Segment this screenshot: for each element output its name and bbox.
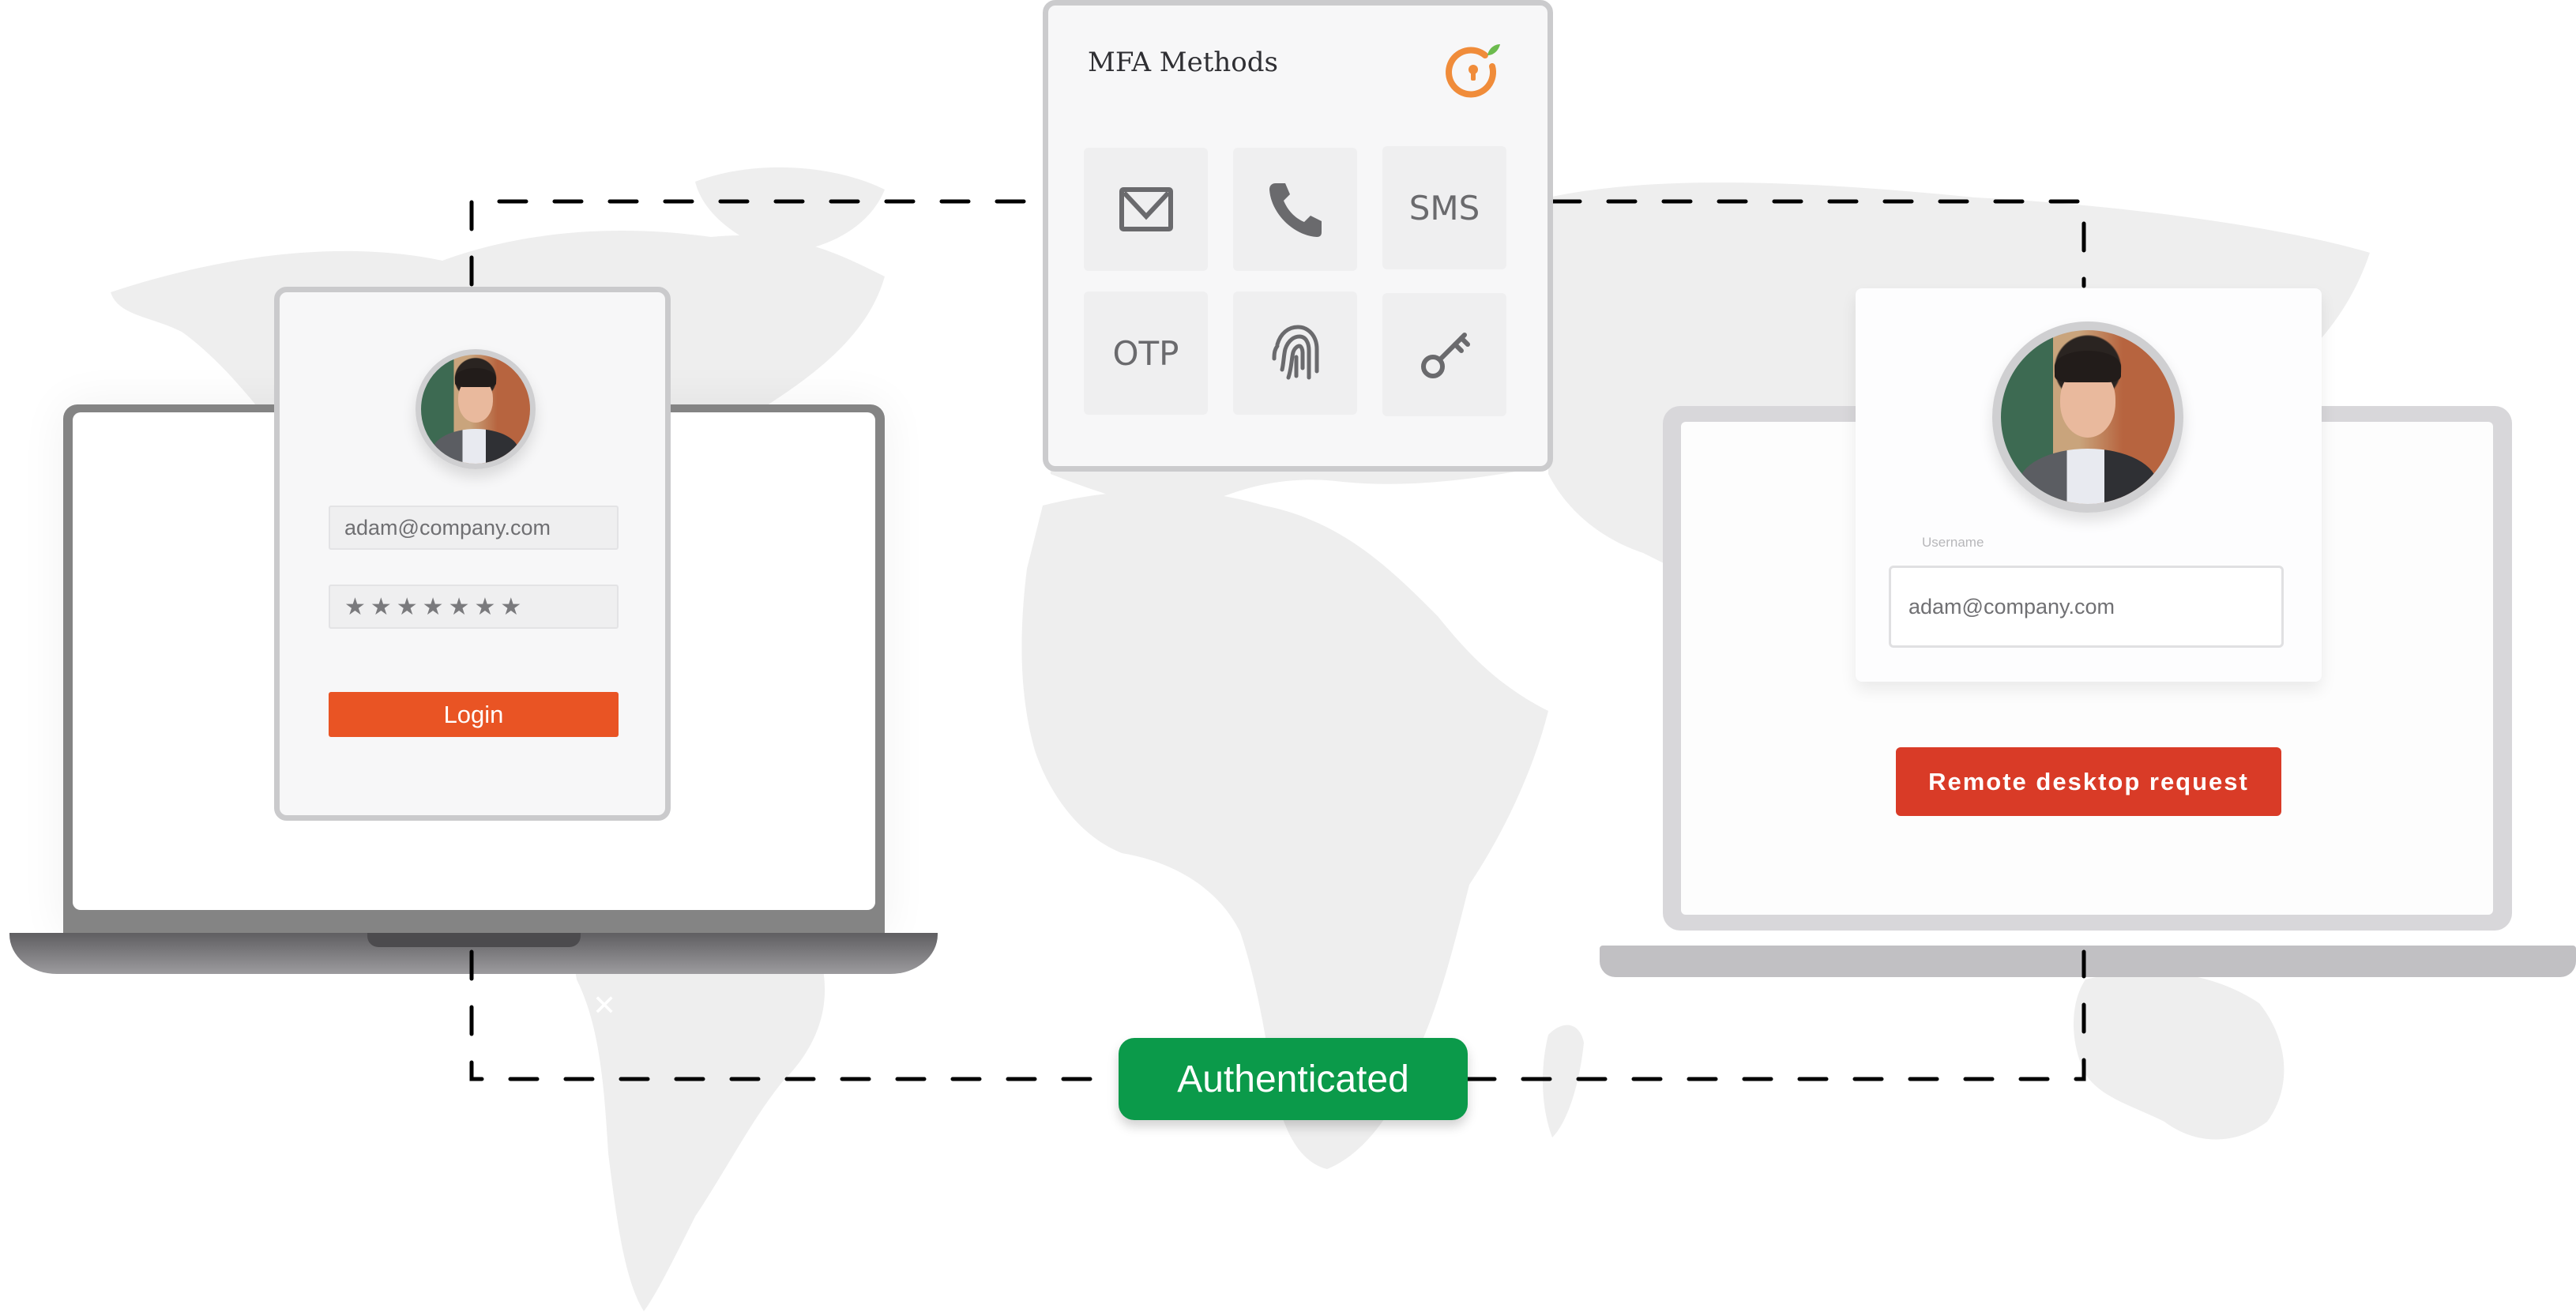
island-madagascar: [1543, 1025, 1584, 1137]
continent-australia: [2074, 972, 2285, 1140]
login-card: adam@company.com ★★★★★★★ Login: [274, 287, 671, 821]
mfa-method-email[interactable]: [1084, 148, 1208, 271]
email-field[interactable]: adam@company.com: [329, 506, 619, 550]
mfa-panel-title: MFA Methods: [1088, 47, 1278, 78]
continent-south-america: [569, 927, 825, 1311]
user-avatar-large: [1992, 321, 2183, 513]
username-field[interactable]: adam@company.com: [1889, 566, 2284, 648]
login-button[interactable]: Login: [329, 692, 619, 737]
remote-login-card: Username adam@company.com: [1856, 288, 2322, 682]
orange-keyhole-logo-icon: [1446, 44, 1500, 98]
remote-desktop-request-button[interactable]: Remote desktop request: [1896, 747, 2281, 816]
mfa-methods-panel: MFA Methods SMS OTP: [1043, 0, 1553, 472]
left-laptop-notch: [367, 933, 581, 947]
password-field[interactable]: ★★★★★★★: [329, 585, 619, 629]
key-icon: [1420, 333, 1470, 378]
fingerprint-icon: [1272, 325, 1318, 380]
authenticated-status-badge: Authenticated: [1119, 1038, 1468, 1120]
right-laptop-base: [1600, 946, 2576, 977]
mfa-method-sms[interactable]: SMS: [1382, 146, 1506, 269]
mfa-method-biometric[interactable]: [1233, 291, 1357, 415]
user-avatar: [416, 349, 536, 469]
envelope-icon: [1119, 187, 1173, 231]
close-mark-icon: ✕: [592, 989, 617, 1021]
phone-icon: [1269, 183, 1322, 237]
mfa-method-key[interactable]: [1382, 293, 1506, 416]
mfa-method-otp[interactable]: OTP: [1084, 291, 1208, 415]
username-label: Username: [1922, 535, 1984, 550]
mfa-method-phone[interactable]: [1233, 148, 1357, 271]
